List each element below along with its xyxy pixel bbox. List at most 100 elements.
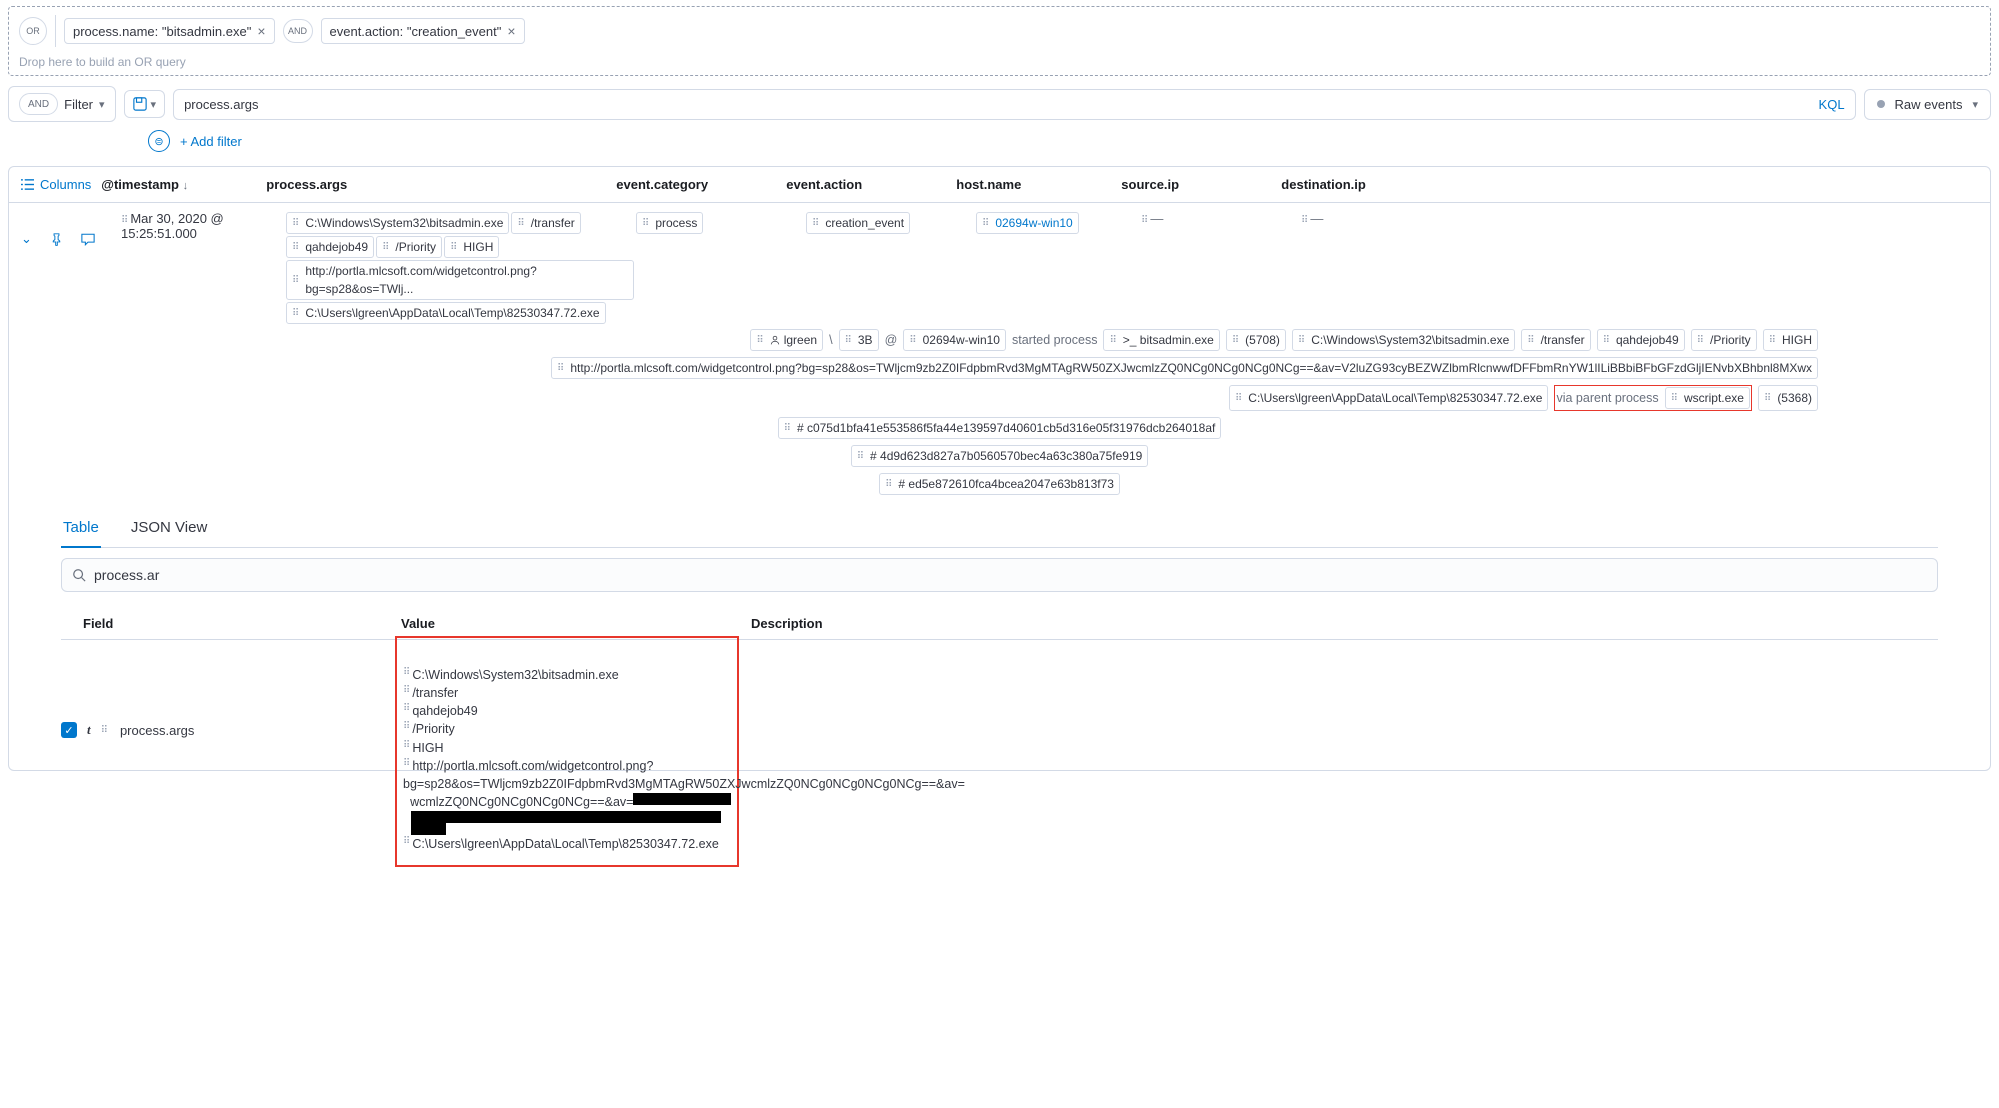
raw-events-dropdown[interactable]: Raw events ▾ bbox=[1864, 89, 1991, 120]
detail-row: ⠿lgreen \ ⠿3B @ ⠿02694w-win10 started process… bbox=[21, 325, 1978, 353]
type-text-icon: t bbox=[87, 722, 91, 738]
expand-row-icon[interactable]: ⌄ bbox=[21, 231, 32, 247]
ft-header-field: Field bbox=[61, 616, 401, 631]
detail-pill[interactable]: ⠿(5368) bbox=[1758, 385, 1818, 411]
ft-header-value: Value bbox=[401, 616, 751, 631]
events-table: Columns @timestamp ↓ process.args event.… bbox=[8, 166, 1991, 771]
ft-field-name: process.args bbox=[120, 723, 194, 738]
detail-pill[interactable]: ⠿http://portla.mlcsoft.com/widgetcontrol… bbox=[551, 357, 1818, 379]
filter-pill-label: process.name: "bitsadmin.exe" bbox=[73, 24, 251, 39]
cell-timestamp: ⠿Mar 30, 2020 @ 15:25:51.000 bbox=[121, 211, 286, 241]
and-filter-button[interactable]: AND Filter ▾ bbox=[8, 86, 116, 122]
add-filter-link[interactable]: + Add filter bbox=[180, 134, 242, 149]
drag-handle-icon[interactable]: ⠿ bbox=[101, 725, 107, 736]
ft-header-description: Description bbox=[751, 616, 1938, 631]
detail-pill[interactable]: ⠿/Priority bbox=[376, 236, 442, 258]
cell-source-ip: ⠿— bbox=[1141, 211, 1301, 226]
field-table: Field Value Description ✓ t ⠿ process.ar… bbox=[61, 608, 1938, 748]
detail-pill[interactable]: ⠿3B bbox=[839, 329, 879, 351]
cell-process-args: ⠿C:\Windows\System32\bitsadmin.exe⠿/tran… bbox=[286, 211, 636, 325]
filter-pill-label: event.action: "creation_event" bbox=[330, 24, 502, 39]
detail-pill[interactable]: ⠿C:\Windows\System32\bitsadmin.exe bbox=[1292, 329, 1515, 351]
detail-pill[interactable]: ⠿qahdejob49 bbox=[286, 236, 374, 258]
chevron-down-icon: ▾ bbox=[99, 98, 105, 111]
close-icon[interactable]: × bbox=[507, 23, 515, 39]
detail-text: started process bbox=[1012, 333, 1097, 347]
detail-pill[interactable]: ⠿/Priority bbox=[1691, 329, 1757, 351]
detail-pill[interactable]: ⠿>_ bitsadmin.exe bbox=[1103, 329, 1219, 351]
cell-event-action: ⠿creation_event bbox=[806, 211, 976, 235]
detail-pill[interactable]: ⠿C:\Users\lgreen\AppData\Local\Temp\8253… bbox=[1229, 385, 1549, 411]
detail-tabs: Table JSON View bbox=[61, 511, 1938, 548]
detail-row: ⠿# ed5e872610fca4bcea2047e63b813f73 bbox=[21, 469, 1978, 497]
detail-pill[interactable]: ⠿/transfer bbox=[511, 212, 580, 234]
search-icon bbox=[72, 568, 86, 582]
detail-pill[interactable]: ⠿HIGH bbox=[1763, 329, 1818, 351]
col-destination-ip[interactable]: destination.ip bbox=[1281, 177, 1411, 192]
detail-pill[interactable]: ⠿# c075d1bfa41e553586f5fa44e139597d40601… bbox=[778, 417, 1222, 439]
table-row: ⌄ ⠿Mar 30, 2020 @ 15:25:51.000 ⠿C:\Windo… bbox=[9, 203, 1990, 770]
filter-pill-event-action[interactable]: event.action: "creation_event" × bbox=[321, 18, 525, 44]
col-event-action[interactable]: event.action bbox=[786, 177, 956, 192]
detail-pill[interactable]: ⠿02694w-win10 bbox=[903, 329, 1006, 351]
chevron-down-icon: ▾ bbox=[151, 98, 157, 111]
pin-icon[interactable] bbox=[50, 233, 63, 246]
cell-destination-ip: ⠿— bbox=[1301, 211, 1431, 226]
detail-pill[interactable]: ⠿# ed5e872610fca4bcea2047e63b813f73 bbox=[879, 473, 1120, 495]
status-dot-icon bbox=[1877, 100, 1885, 108]
field-search-input[interactable] bbox=[94, 567, 1927, 583]
detail-pill[interactable]: ⠿qahdejob49 bbox=[1597, 329, 1685, 351]
detail-pill[interactable]: ⠿http://portla.mlcsoft.com/widgetcontrol… bbox=[286, 260, 634, 300]
columns-label: Columns bbox=[40, 177, 91, 192]
cell-host-name[interactable]: ⠿02694w-win10 bbox=[976, 211, 1141, 235]
search-input[interactable] bbox=[184, 97, 1678, 112]
col-timestamp[interactable]: @timestamp ↓ bbox=[101, 177, 266, 192]
divider bbox=[55, 15, 56, 47]
detail-pill[interactable]: ⠿lgreen bbox=[750, 329, 823, 351]
and-badge: AND bbox=[283, 19, 313, 43]
ft-row: ✓ t ⠿ process.args ⠿C:\Windows\System32\… bbox=[61, 640, 1938, 748]
kql-toggle[interactable]: KQL bbox=[1819, 97, 1845, 112]
col-source-ip[interactable]: source.ip bbox=[1121, 177, 1281, 192]
detail-pill[interactable]: ⠿/transfer bbox=[1521, 329, 1590, 351]
columns-button[interactable]: Columns bbox=[21, 177, 91, 192]
detail-text: @ bbox=[885, 333, 898, 347]
detail-text: \ bbox=[829, 333, 832, 347]
detail-pill[interactable]: ⠿(5708) bbox=[1226, 329, 1286, 351]
cell-event-category: ⠿process bbox=[636, 211, 806, 235]
table-header: Columns @timestamp ↓ process.args event.… bbox=[9, 167, 1990, 203]
and-badge: AND bbox=[19, 93, 58, 115]
detail-row: ⠿C:\Users\lgreen\AppData\Local\Temp\8253… bbox=[21, 381, 1978, 413]
detail-pill[interactable]: ⠿wscript.exe bbox=[1665, 387, 1750, 409]
drop-hint: Drop here to build an OR query bbox=[19, 55, 1980, 69]
list-icon bbox=[21, 178, 34, 191]
field-search[interactable] bbox=[61, 558, 1938, 592]
detail-pill[interactable]: ⠿C:\Users\lgreen\AppData\Local\Temp\8253… bbox=[286, 302, 606, 324]
detail-row: ⠿http://portla.mlcsoft.com/widgetcontrol… bbox=[21, 353, 1978, 381]
col-host-name[interactable]: host.name bbox=[956, 177, 1121, 192]
detail-row: ⠿# c075d1bfa41e553586f5fa44e139597d40601… bbox=[21, 413, 1978, 441]
notes-icon[interactable] bbox=[81, 233, 95, 246]
col-event-category[interactable]: event.category bbox=[616, 177, 786, 192]
tab-table[interactable]: Table bbox=[61, 511, 101, 548]
col-process-args[interactable]: process.args bbox=[266, 177, 616, 192]
filter-label: Filter bbox=[64, 97, 93, 112]
detail-pill[interactable]: ⠿HIGH bbox=[444, 236, 499, 258]
search-bar[interactable]: KQL bbox=[173, 89, 1855, 120]
filter-pill-process-name[interactable]: process.name: "bitsadmin.exe" × bbox=[64, 18, 275, 44]
filter-options-icon[interactable]: ⊜ bbox=[148, 130, 170, 152]
raw-events-label: Raw events bbox=[1895, 97, 1963, 112]
detail-row: ⠿# 4d9d623d827a7b0560570bec4a63c380a75fe… bbox=[21, 441, 1978, 469]
close-icon[interactable]: × bbox=[257, 23, 265, 39]
chevron-down-icon: ▾ bbox=[1972, 98, 1978, 111]
field-checkbox[interactable]: ✓ bbox=[61, 722, 77, 738]
query-drop-area[interactable]: OR process.name: "bitsadmin.exe" × AND e… bbox=[8, 6, 1991, 76]
detail-pill[interactable]: ⠿C:\Windows\System32\bitsadmin.exe bbox=[286, 212, 509, 234]
tab-json-view[interactable]: JSON View bbox=[129, 511, 209, 547]
detail-text: via parent process bbox=[1556, 391, 1658, 405]
save-icon bbox=[133, 97, 147, 111]
detail-pill[interactable]: ⠿# 4d9d623d827a7b0560570bec4a63c380a75fe… bbox=[851, 445, 1149, 467]
save-query-button[interactable]: ▾ bbox=[124, 90, 166, 118]
value-highlight-box: ⠿C:\Windows\System32\bitsadmin.exe ⠿/tra… bbox=[395, 636, 739, 867]
sort-down-icon: ↓ bbox=[183, 180, 189, 192]
